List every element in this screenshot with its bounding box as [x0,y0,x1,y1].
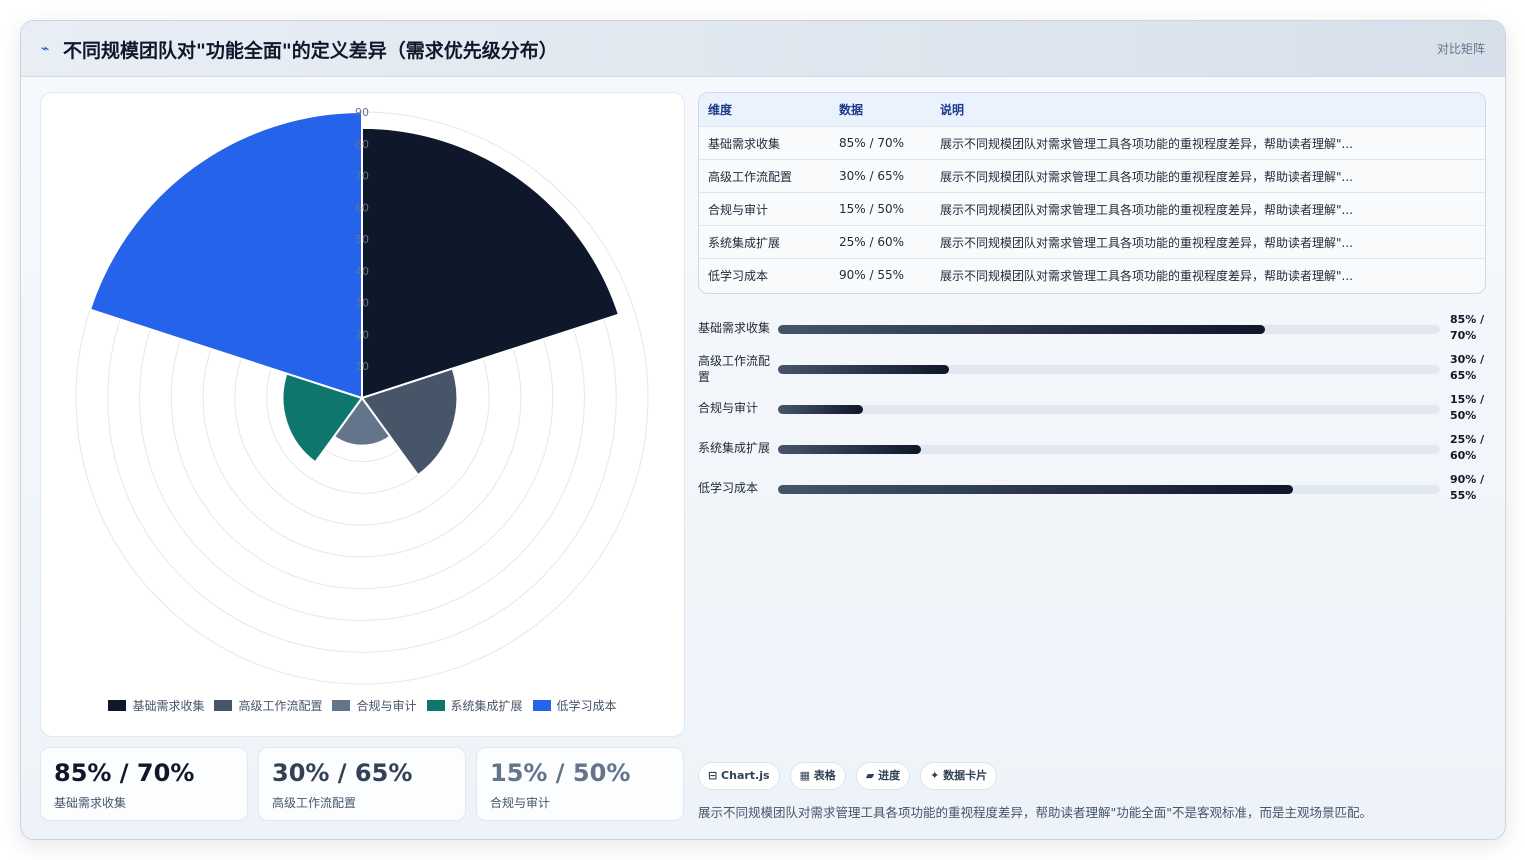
progress-row: 低学习成本 90% / 55% [698,473,1488,505]
stat-card: 30% / 65% 高级工作流配置 [258,747,466,821]
stat-card: 85% / 70% 基础需求收集 [40,747,248,821]
table-cell: 展示不同规模团队对需求管理工具各项功能的重视程度差异，帮助读者理解"... [931,192,1485,226]
tick-label: 60 [355,201,369,214]
progress-track [778,445,1440,454]
legend-label: 低学习成本 [556,699,617,713]
chart-legend: 基础需求收集 高级工作流配置 合规与审计 系统集成扩展 低学习成本 [41,697,684,714]
progress-row: 基础需求收集 85% / 70% [698,313,1488,345]
stat-label: 基础需求收集 [54,796,127,810]
tick-label: 50 [355,233,369,246]
table-header-row: 维度 数据 说明 [699,93,1485,127]
legend-item[interactable]: 系统集成扩展 [426,697,523,714]
column-header: 数据 [830,93,931,127]
dashboard-card: ⌁ 不同规模团队对"功能全面"的定义差异（需求优先级分布） 对比矩阵 10 20 3… [20,20,1506,840]
legend-swatch [332,700,351,711]
table-cell: 展示不同规模团队对需求管理工具各项功能的重视程度差异，帮助读者理解"... [931,159,1485,193]
progress-track [778,485,1440,494]
table-cell: 90% / 55% [830,258,931,291]
progress-track [778,365,1440,374]
data-table: 维度 数据 说明 基础需求收集 85% / 70% 展示不同规模团队对需求管理工具各… [698,92,1486,294]
footnote: 展示不同规模团队对需求管理工具各项功能的重视程度差异，帮助读者理解"功能全面"不… [698,805,1373,820]
tick-label: 40 [355,265,369,278]
table-cell: 系统集成扩展 [699,225,830,259]
legend-label: 合规与审计 [356,699,417,713]
stat-value: 15% / 50% [490,759,631,787]
tick-label: 90 [355,106,369,119]
view-mode-label[interactable]: 对比矩阵 [1437,40,1485,57]
progress-fill [778,485,1294,494]
progress-row: 合规与审计 15% / 50% [698,393,1488,425]
table-cell: 高级工作流配置 [699,159,830,193]
progress-value: 15% / 50% [1450,393,1485,422]
table-row[interactable]: 高级工作流配置 30% / 65% 展示不同规模团队对需求管理工具各项功能的重视程度… [699,159,1485,193]
progress-fill [778,365,950,374]
legend-swatch [108,700,127,711]
tick-label: 10 [355,360,369,373]
tick-label: 30 [355,297,369,310]
progress-track [778,325,1440,334]
view-chip[interactable]: ▦ 表格 [789,762,846,790]
progress-value: 30% / 65% [1450,353,1485,382]
table-row[interactable]: 低学习成本 90% / 55% 展示不同规模团队对需求管理工具各项功能的重视程度差异… [699,258,1485,291]
table-cell: 展示不同规模团队对需求管理工具各项功能的重视程度差异，帮助读者理解"... [931,225,1485,259]
table-row[interactable]: 合规与审计 15% / 50% 展示不同规模团队对需求管理工具各项功能的重视程度差异… [699,192,1485,226]
table-cell: 展示不同规模团队对需求管理工具各项功能的重视程度差异，帮助读者理解"... [931,258,1485,291]
progress-value: 85% / 70% [1450,313,1485,342]
polar-chart-panel: 10 20 30 40 50 60 70 80 90 基础需求收集 高级工作流配置 合规与审计 系统集… [40,92,685,737]
legend-item[interactable]: 合规与审计 [332,697,417,714]
legend-item[interactable]: 高级工作流配置 [214,697,322,714]
table-row[interactable]: 基础需求收集 85% / 70% 展示不同规模团队对需求管理工具各项功能的重视程度差… [699,126,1485,160]
legend-label: 系统集成扩展 [450,699,523,713]
progress-fill [778,325,1265,334]
progress-label: 基础需求收集 [698,321,771,335]
progress-label: 系统集成扩展 [698,441,771,455]
stat-card: 15% / 50% 合规与审计 [476,747,684,821]
table-cell: 展示不同规模团队对需求管理工具各项功能的重视程度差异，帮助读者理解"... [931,126,1485,160]
table-cell: 30% / 65% [830,159,931,193]
header-bar: ⌁ 不同规模团队对"功能全面"的定义差异（需求优先级分布） 对比矩阵 [21,21,1505,77]
legend-item[interactable]: 基础需求收集 [108,697,204,714]
table-cell: 25% / 60% [830,225,931,259]
progress-fill [778,445,921,454]
legend-label: 基础需求收集 [132,699,205,713]
view-chip[interactable]: ✦ 数据卡片 [920,762,998,790]
polar-area-chart[interactable]: 10 20 30 40 50 60 70 80 90 [41,93,684,693]
stat-label: 合规与审计 [490,796,551,810]
progress-label: 合规与审计 [698,401,759,415]
legend-swatch [532,700,551,711]
stat-value: 85% / 70% [54,759,195,787]
table-cell: 低学习成本 [699,258,830,291]
progress-value: 90% / 55% [1450,473,1485,502]
progress-row: 高级工作流配置 30% / 65% [698,353,1488,385]
column-header: 维度 [699,93,830,127]
tick-label: 70 [355,170,369,183]
legend-item[interactable]: 低学习成本 [532,697,617,714]
table-cell: 合规与审计 [699,192,830,226]
stat-value: 30% / 65% [272,759,413,787]
view-chips: ⊟ Chart.js ▦ 表格 ▰ 进度 ✦ 数据卡片 [698,762,998,790]
table-cell: 85% / 70% [830,126,931,160]
table-cell: 15% / 50% [830,192,931,226]
progress-fill [778,405,864,414]
progress-label: 高级工作流配置 [698,354,771,384]
view-chip[interactable]: ⊟ Chart.js [698,762,780,790]
view-chip[interactable]: ▰ 进度 [855,762,911,790]
tick-label: 80 [355,138,369,151]
page-title: 不同规模团队对"功能全面"的定义差异（需求优先级分布） [63,40,558,62]
progress-value: 25% / 60% [1450,433,1485,462]
progress-row: 系统集成扩展 25% / 60% [698,433,1488,465]
polar-sector-5[interactable] [88,110,363,400]
legend-label: 高级工作流配置 [238,699,323,713]
column-header: 说明 [931,93,1485,127]
chart-icon: ⌁ [41,41,50,57]
stat-label: 高级工作流配置 [272,796,357,810]
progress-track [778,405,1440,414]
table-row[interactable]: 系统集成扩展 25% / 60% 展示不同规模团队对需求管理工具各项功能的重视程度差… [699,225,1485,259]
tick-label: 20 [355,328,369,341]
legend-swatch [214,700,233,711]
legend-swatch [426,700,445,711]
progress-label: 低学习成本 [698,481,759,495]
table-cell: 基础需求收集 [699,126,830,160]
